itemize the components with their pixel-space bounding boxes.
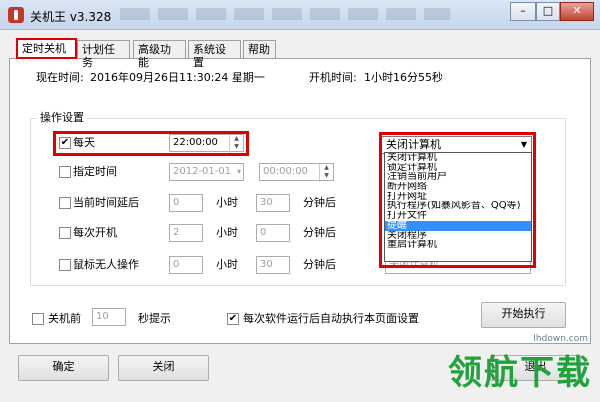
tab-advanced[interactable]: 高级功能 <box>133 40 186 69</box>
watermark-url: lhdown.com <box>533 334 588 344</box>
maximize-button[interactable]: □ <box>536 2 560 21</box>
tab-scheduled-shutdown[interactable]: 定时关机 <box>16 38 77 59</box>
uptime-label: 开机时间: <box>309 71 357 84</box>
delay-hours-unit: 小时 <box>216 196 238 209</box>
daily-checkbox[interactable]: ✔ <box>59 137 71 149</box>
delay-checkbox[interactable] <box>59 197 71 209</box>
delay-label: 当前时间延后 <box>73 196 139 209</box>
close-window-button[interactable]: ✕ <box>560 2 594 21</box>
each-boot-checkbox[interactable] <box>59 227 71 239</box>
daily-time-value: 22:00:00 <box>173 137 218 148</box>
daily-time-spinner[interactable]: ▲ ▼ <box>229 135 243 153</box>
specific-date-value: 2012-01-01 <box>173 166 232 177</box>
window-title: 关机王 v3.328 <box>30 10 112 24</box>
each-boot-hours-unit: 小时 <box>216 226 238 239</box>
delay-minutes-input[interactable]: 30 <box>256 194 290 212</box>
specific-time-label: 指定时间 <box>73 165 117 178</box>
tab-plan-tasks[interactable]: 计划任务 <box>77 40 130 69</box>
tab-system-settings[interactable]: 系统设置 <box>188 40 241 69</box>
close-button[interactable]: 关闭 <box>118 355 209 381</box>
chevron-down-icon: ▾ <box>236 167 241 176</box>
app-power-icon <box>8 7 24 23</box>
pre-shutdown-seconds-input[interactable]: 10 <box>92 308 126 326</box>
watermark-logo: 领航下载 <box>448 353 592 393</box>
each-boot-hours-input[interactable]: 2 <box>169 224 203 242</box>
daily-time-input[interactable]: 22:00:00 ▲ ▼ <box>169 134 244 153</box>
pre-shutdown-unit: 秒提示 <box>138 312 171 325</box>
each-boot-minutes-unit: 分钟后 <box>303 226 336 239</box>
daily-label: 每天 <box>73 136 95 149</box>
each-boot-minutes-input[interactable]: 0 <box>256 224 290 242</box>
idle-checkbox[interactable] <box>59 259 71 271</box>
specific-time-value: 00:00:00 <box>263 166 308 177</box>
pre-shutdown-label: 关机前 <box>48 312 81 325</box>
auto-exec-checkbox[interactable]: ✔ <box>227 313 239 325</box>
delay-hours-input[interactable]: 0 <box>169 194 203 212</box>
delay-minutes-unit: 分钟后 <box>303 196 336 209</box>
specific-date-picker[interactable]: 2012-01-01 ▾ <box>169 163 244 181</box>
minimize-button[interactable]: – <box>510 2 536 21</box>
idle-minutes-unit: 分钟后 <box>303 258 336 271</box>
pre-shutdown-checkbox[interactable] <box>32 313 44 325</box>
title-bar-blurred-region <box>120 8 450 20</box>
specific-time-spinner[interactable]: ▲ ▼ <box>319 164 333 182</box>
idle-label: 鼠标无人操作 <box>73 258 139 271</box>
operation-settings-title: 操作设置 <box>37 109 87 125</box>
each-boot-label: 每次开机 <box>73 226 117 239</box>
idle-minutes-input[interactable]: 30 <box>256 256 290 274</box>
uptime-value: 1小时16分55秒 <box>364 71 443 84</box>
ok-button[interactable]: 确定 <box>18 355 109 381</box>
action-select-highlight <box>379 132 536 268</box>
tab-help[interactable]: 帮助 <box>243 40 276 58</box>
auto-exec-label: 每次软件运行后自动执行本页面设置 <box>243 312 419 325</box>
current-time-value: 2016年09月26日11:30:24 星期一 <box>90 71 265 84</box>
start-execute-button[interactable]: 开始执行 <box>481 302 566 328</box>
current-time-label: 现在时间: <box>36 71 84 84</box>
idle-hours-unit: 小时 <box>216 258 238 271</box>
idle-hours-input[interactable]: 0 <box>169 256 203 274</box>
specific-time-checkbox[interactable] <box>59 166 71 178</box>
specific-time-input[interactable]: 00:00:00 ▲ ▼ <box>259 163 334 182</box>
